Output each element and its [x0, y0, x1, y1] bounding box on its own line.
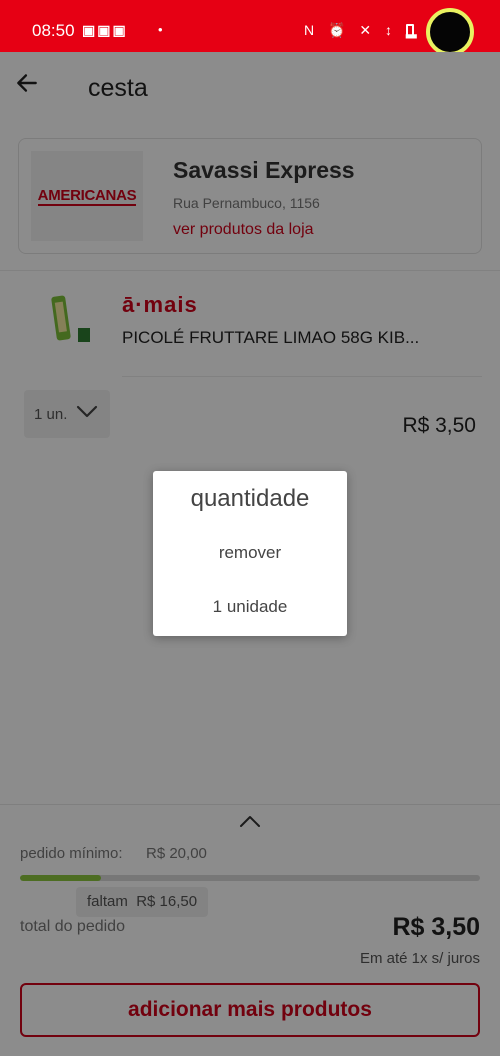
status-bar: 08:50 ▣▣▣ • N ⏰ ✕ ↕ ▂: [0, 0, 500, 56]
dialog-title: quantidade: [190, 485, 310, 512]
remove-option[interactable]: remover: [153, 543, 347, 563]
battery-icon: [406, 24, 414, 37]
one-unit-option[interactable]: 1 unidade: [153, 597, 347, 617]
more-notifications-dot: •: [158, 22, 163, 37]
status-time: 08:50: [32, 21, 75, 40]
system-status-icons: N ⏰ ✕ ↕ ▂: [304, 22, 422, 38]
quantity-dialog: quantidade remover 1 unidade: [153, 471, 347, 636]
avatar[interactable]: [426, 8, 474, 56]
teams-notification-icons: ▣▣▣: [82, 22, 128, 38]
